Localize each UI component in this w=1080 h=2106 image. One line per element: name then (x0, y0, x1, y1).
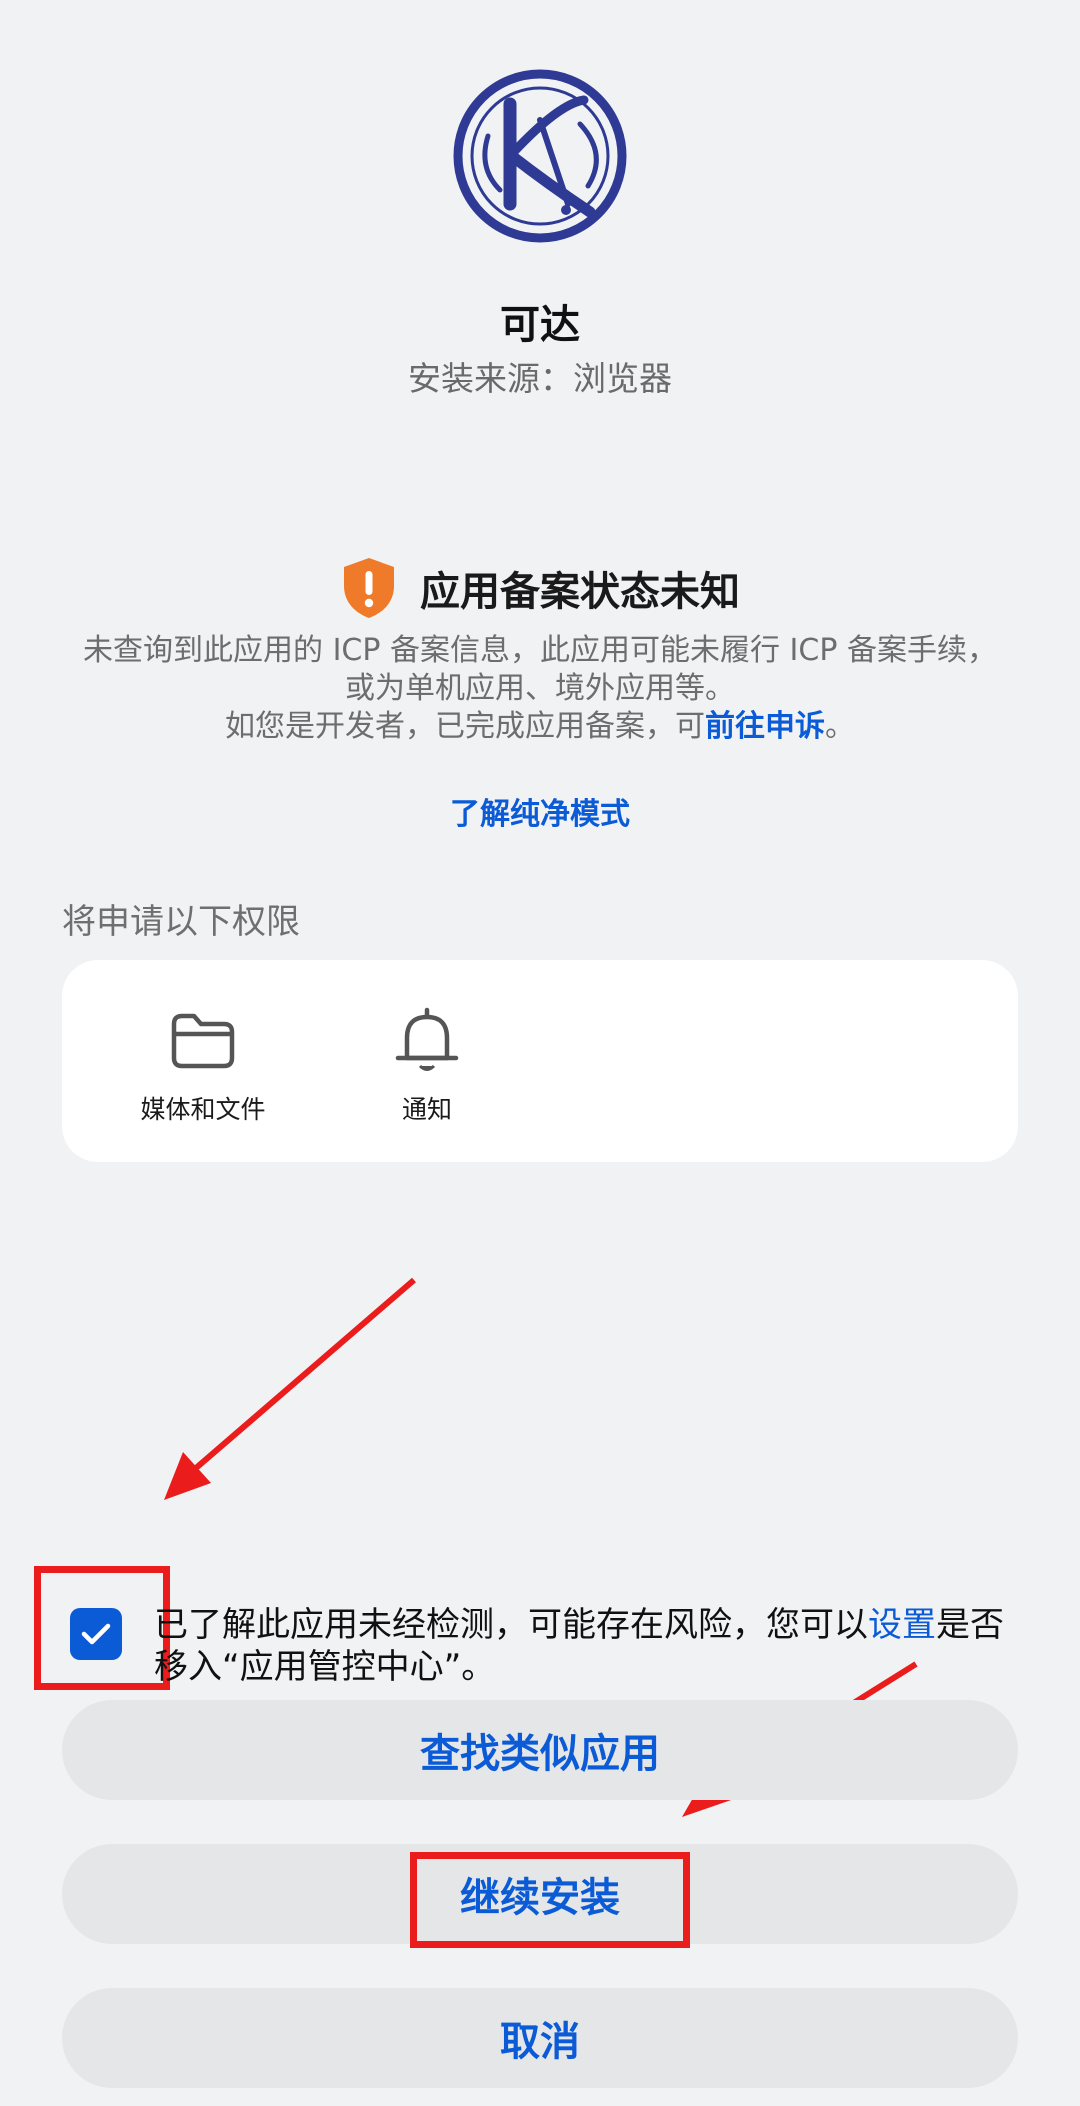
description-line-3: 如您是开发者，已完成应用备案，可前往申诉。 (40, 708, 1040, 746)
description-line-2: 或为单机应用、境外应用等。 (345, 671, 735, 706)
permissions-heading: 将申请以下权限 (62, 902, 300, 942)
pure-mode-link[interactable]: 了解纯净模式 (0, 789, 1080, 833)
cancel-button[interactable]: 取消 (62, 1988, 1018, 2088)
warning-shield-icon (344, 558, 394, 618)
annotation-box-continue (410, 1852, 690, 1948)
folder-icon (171, 1013, 235, 1069)
consent-text: 已了解此应用未经检测，可能存在风险，您可以设置是否移入“应用管控中心”。 (154, 1604, 1034, 1688)
permission-label: 媒体和文件 (140, 1095, 266, 1124)
filing-status-header: 应用备案状态未知 (0, 556, 1080, 620)
appeal-link[interactable]: 前往申诉 (705, 709, 825, 744)
permission-notifications[interactable]: 通知 (342, 1006, 512, 1126)
annotation-arrow-to-checkbox (194, 1277, 416, 1471)
description-line-1: 未查询到此应用的 ICP 备案信息，此应用可能未履行 ICP 备案手续， (83, 633, 997, 668)
annotation-box-checkbox (34, 1566, 170, 1690)
find-similar-apps-button[interactable]: 查找类似应用 (62, 1700, 1018, 1800)
description-line-3-suffix: 。 (825, 709, 855, 744)
filing-status-description: 未查询到此应用的 ICP 备案信息，此应用可能未履行 ICP 备案手续， 或为单… (40, 632, 1040, 746)
app-name: 可达 (500, 302, 580, 348)
permission-label: 通知 (401, 1095, 452, 1124)
settings-link[interactable]: 设置 (868, 1605, 936, 1645)
annotation-arrowhead-checkbox (164, 1452, 211, 1500)
bell-icon (395, 1007, 459, 1071)
install-source: 安装来源：浏览器 (408, 359, 672, 398)
permission-media-files[interactable]: 媒体和文件 (118, 1006, 288, 1126)
description-line-3-prefix: 如您是开发者，已完成应用备案，可 (225, 709, 705, 744)
filing-status-title: 应用备案状态未知 (420, 569, 740, 615)
consent-text-prefix: 已了解此应用未经检测，可能存在风险，您可以 (154, 1605, 868, 1645)
app-logo (453, 69, 627, 243)
permissions-card: 媒体和文件 通知 (62, 960, 1018, 1162)
